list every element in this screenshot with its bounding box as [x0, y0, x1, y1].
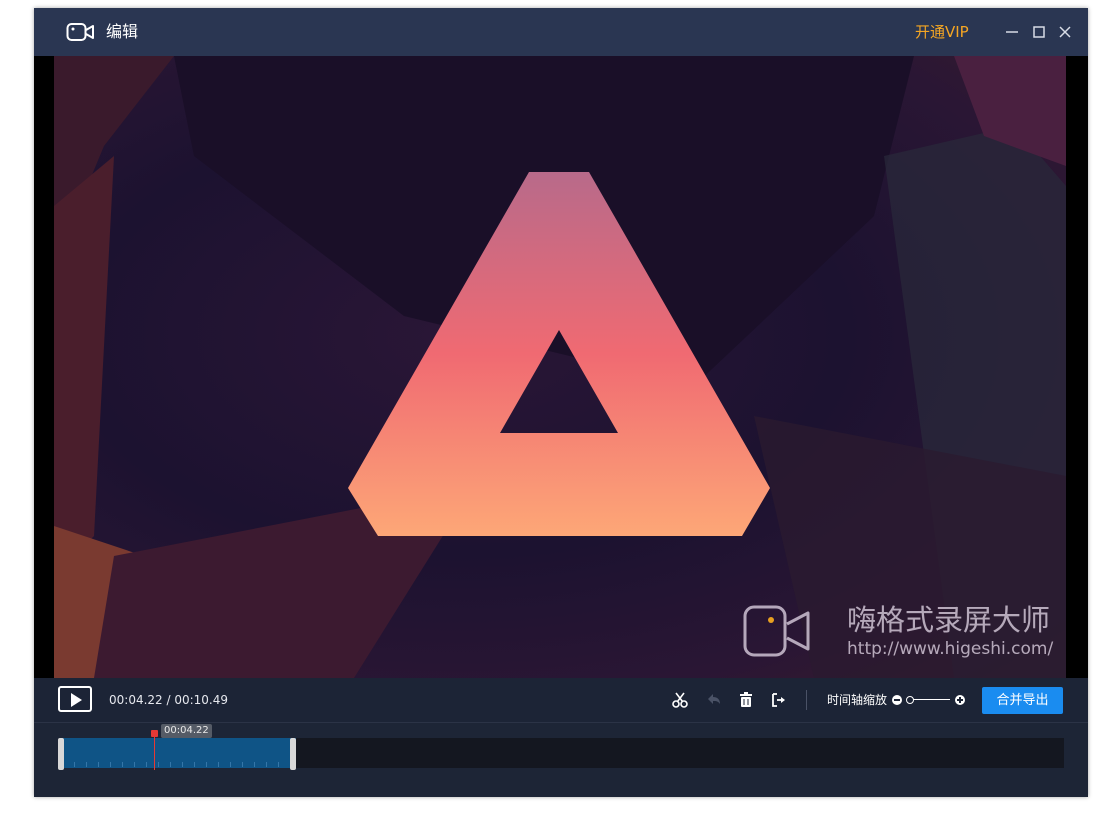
- zoom-out-icon[interactable]: [892, 695, 902, 705]
- video-frame[interactable]: 嗨格式录屏大师 http://www.higeshi.com/: [54, 56, 1066, 678]
- playhead-handle[interactable]: [151, 730, 158, 737]
- export-icon[interactable]: [769, 691, 787, 709]
- video-clip[interactable]: [62, 738, 296, 768]
- video-preview-area[interactable]: 嗨格式录屏大师 http://www.higeshi.com/: [34, 56, 1088, 678]
- watermark-title: 嗨格式录屏大师: [847, 603, 1051, 637]
- timeline[interactable]: 00:04.22: [34, 723, 1088, 797]
- time-display: 00:04.22 / 00:10.49: [109, 693, 229, 707]
- vip-link[interactable]: 开通VIP: [915, 21, 969, 43]
- bg-shape: [54, 156, 114, 576]
- play-button[interactable]: [58, 686, 92, 712]
- editor-window: 编辑 开通VIP 嗨格式录屏大师 http://www.higeshi.com/…: [34, 8, 1088, 797]
- video-camera-icon: [66, 23, 94, 41]
- trash-icon[interactable]: [737, 691, 755, 709]
- minimize-icon[interactable]: [1002, 22, 1022, 42]
- toolbar-divider: [806, 690, 807, 710]
- playhead-time-tooltip: 00:04.22: [161, 724, 212, 738]
- zoom-in-icon[interactable]: [955, 695, 965, 705]
- close-icon[interactable]: [1055, 22, 1075, 42]
- video-content: [54, 56, 1066, 678]
- timeline-zoom-label: 时间轴缩放: [827, 693, 888, 707]
- title-bar: 编辑 开通VIP: [34, 8, 1088, 56]
- zoom-slider-thumb[interactable]: [906, 696, 914, 704]
- play-icon: [71, 693, 82, 707]
- undo-icon[interactable]: [705, 691, 723, 709]
- window-title: 编辑: [106, 22, 139, 41]
- playback-controls: 00:04.22 / 00:10.49 时间轴缩放 合并导出: [34, 678, 1088, 723]
- merge-export-button[interactable]: 合并导出: [982, 687, 1063, 714]
- scissors-icon[interactable]: [671, 691, 689, 709]
- watermark-logo-icon: [743, 605, 810, 657]
- clip-start-handle[interactable]: [58, 738, 64, 770]
- zoom-slider-track[interactable]: [910, 699, 950, 700]
- clip-end-handle[interactable]: [290, 738, 296, 770]
- watermark-url: http://www.higeshi.com/: [847, 639, 1054, 659]
- maximize-icon[interactable]: [1029, 22, 1049, 42]
